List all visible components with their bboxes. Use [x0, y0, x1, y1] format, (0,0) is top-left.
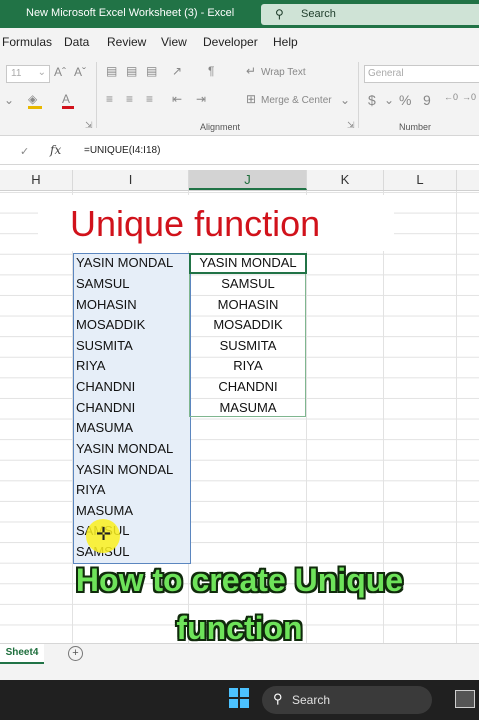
- align-middle-icon[interactable]: ▤: [126, 64, 137, 78]
- cell-j7[interactable]: MOSADDIK: [190, 315, 306, 335]
- cell-j5[interactable]: SAMSUL: [190, 274, 306, 294]
- decrease-decimal-icon[interactable]: →0: [462, 92, 476, 102]
- cell-i15[interactable]: RIYA: [76, 480, 188, 500]
- font-launcher-icon[interactable]: ⇲: [85, 120, 93, 131]
- merge-icon[interactable]: ⊞: [246, 92, 256, 106]
- cursor-highlight: ✛: [86, 519, 120, 553]
- fill-color-swatch: [28, 106, 42, 109]
- cell-i7[interactable]: MOSADDIK: [76, 315, 188, 335]
- tab-formulas[interactable]: Formulas: [2, 35, 52, 49]
- increase-font-icon[interactable]: Aˆ: [54, 65, 66, 79]
- decrease-indent-icon[interactable]: ⇤: [172, 92, 182, 106]
- wrap-text-button[interactable]: Wrap Text: [261, 67, 306, 78]
- align-right-icon[interactable]: ≡: [146, 92, 153, 106]
- cell-i16[interactable]: MASUMA: [76, 501, 188, 521]
- caption-line-2: function: [176, 610, 303, 646]
- search-icon: ⚲: [273, 691, 283, 706]
- font-color-icon[interactable]: A: [62, 92, 70, 106]
- number-format-value: General: [368, 68, 404, 79]
- taskbar-search[interactable]: ⚲ Search: [262, 686, 432, 714]
- merge-center-button[interactable]: Merge & Center: [261, 95, 332, 106]
- cell-i9[interactable]: RIYA: [76, 356, 188, 376]
- cell-j8[interactable]: SUSMITA: [190, 336, 306, 356]
- cell-i14[interactable]: YASIN MONDAL: [76, 460, 188, 480]
- confirm-icon[interactable]: ✓: [20, 145, 29, 158]
- decrease-font-icon[interactable]: Aˇ: [74, 65, 86, 79]
- font-size-dropdown[interactable]: 11 ⌄: [6, 65, 50, 83]
- heading-text: Unique function: [70, 203, 321, 244]
- column-header-h[interactable]: H: [0, 170, 73, 190]
- alignment-group-label: Alignment: [200, 122, 241, 132]
- cell-i4[interactable]: YASIN MONDAL: [76, 253, 188, 273]
- wrap-text-icon[interactable]: ↵: [246, 64, 256, 78]
- cell-j9[interactable]: RIYA: [190, 356, 306, 376]
- title-bar: New Microsoft Excel Worksheet (3) - Exce…: [0, 0, 479, 28]
- windows-start-icon[interactable]: [229, 688, 249, 708]
- alignment-launcher-icon[interactable]: ⇲: [347, 120, 355, 131]
- search-icon: ⚲: [275, 7, 284, 21]
- cell-i10[interactable]: CHANDNI: [76, 377, 188, 397]
- cell-i6[interactable]: MOHASIN: [76, 295, 188, 315]
- cell-j11[interactable]: MASUMA: [190, 398, 306, 418]
- caption-line-1: How to create Unique: [75, 562, 404, 598]
- formula-input[interactable]: =UNIQUE(I4:I18): [84, 145, 160, 156]
- status-bar: [0, 664, 479, 680]
- search-label: Search: [301, 8, 336, 20]
- cell-i12[interactable]: MASUMA: [76, 418, 188, 438]
- column-header-j[interactable]: J: [189, 170, 307, 190]
- orientation-icon[interactable]: ↗: [172, 64, 182, 78]
- currency-chevron-icon[interactable]: ⌄: [384, 93, 394, 107]
- heading-textbox[interactable]: Unique function: [38, 195, 394, 251]
- tab-developer[interactable]: Developer: [203, 35, 258, 49]
- window-title: New Microsoft Excel Worksheet (3) - Exce…: [26, 7, 235, 19]
- align-top-icon[interactable]: ▤: [106, 64, 117, 78]
- number-group-label: Number: [399, 122, 432, 132]
- cell-i11[interactable]: CHANDNI: [76, 398, 188, 418]
- cell-i13[interactable]: YASIN MONDAL: [76, 439, 188, 459]
- currency-button[interactable]: $: [368, 92, 376, 108]
- tab-review[interactable]: Review: [107, 35, 146, 49]
- function-icon[interactable]: fx: [50, 143, 61, 157]
- number-format-dropdown[interactable]: General: [364, 65, 479, 83]
- column-header-l[interactable]: L: [384, 170, 457, 190]
- percent-button[interactable]: %: [399, 92, 411, 108]
- ribbon: 11 ⌄ Aˆ Aˇ ⌄ ◈ A ▤ ▤ ▤ ↗ ¶ ↵ Wrap Text ≡…: [0, 56, 479, 136]
- tab-view[interactable]: View: [161, 35, 187, 49]
- ribbon-separator: [358, 62, 359, 128]
- fill-color-icon[interactable]: ◈: [28, 92, 37, 106]
- align-left-icon[interactable]: ≡: [106, 92, 113, 106]
- increase-decimal-icon[interactable]: ←0: [444, 92, 458, 102]
- ribbon-separator: [96, 62, 97, 128]
- column-headers: H I J K L: [0, 170, 479, 191]
- column-header-k[interactable]: K: [307, 170, 384, 190]
- taskbar-search-label: Search: [292, 693, 331, 707]
- align-bottom-icon[interactable]: ▤: [146, 64, 157, 78]
- column-header-i[interactable]: I: [73, 170, 189, 190]
- add-sheet-icon[interactable]: +: [68, 646, 83, 661]
- cell-i5[interactable]: SAMSUL: [76, 274, 188, 294]
- search-box[interactable]: ⚲ Search: [261, 4, 479, 25]
- menu-bar: Formulas Data Review View Developer Help: [0, 28, 479, 56]
- cell-j10[interactable]: CHANDNI: [190, 377, 306, 397]
- taskbar-app-icon[interactable]: [455, 690, 475, 708]
- cell-i8[interactable]: SUSMITA: [76, 336, 188, 356]
- border-dropdown-icon[interactable]: ⌄: [4, 93, 14, 107]
- chevron-down-icon: ⌄: [37, 67, 46, 78]
- align-center-icon[interactable]: ≡: [126, 92, 133, 106]
- font-color-swatch: [62, 106, 74, 109]
- font-size-value: 11: [11, 68, 22, 79]
- paragraph-icon[interactable]: ¶: [208, 64, 214, 78]
- active-cell[interactable]: [189, 253, 307, 274]
- sheet-tab-sheet4[interactable]: Sheet4: [0, 644, 44, 664]
- tab-help[interactable]: Help: [273, 35, 298, 49]
- formula-bar: ✓ fx =UNIQUE(I4:I18): [0, 140, 479, 165]
- cell-j6[interactable]: MOHASIN: [190, 295, 306, 315]
- tab-data[interactable]: Data: [64, 35, 89, 49]
- increase-indent-icon[interactable]: ⇥: [196, 92, 206, 106]
- merge-chevron-icon[interactable]: ⌄: [340, 93, 350, 107]
- sheet-tab-bar: Sheet4 +: [0, 643, 479, 664]
- move-cursor-icon: ✛: [96, 524, 112, 544]
- comma-button[interactable]: 9: [423, 92, 431, 108]
